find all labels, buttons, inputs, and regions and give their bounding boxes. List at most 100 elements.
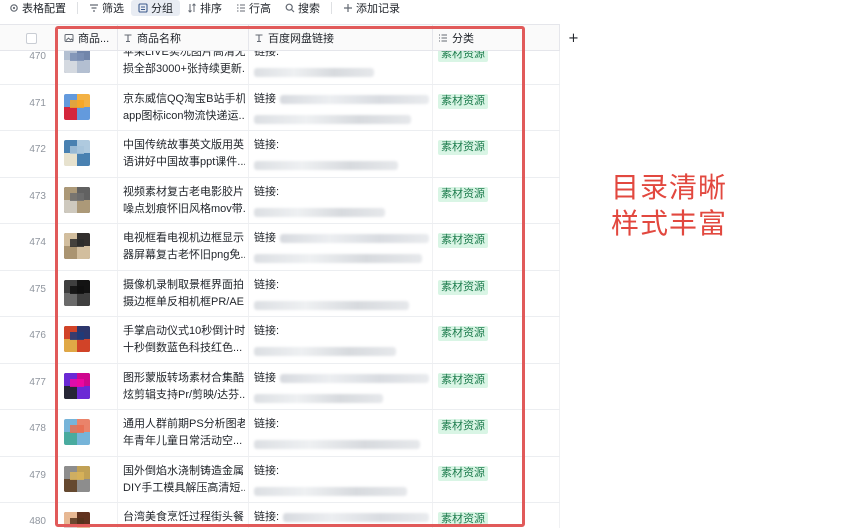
netdisk-link-cell[interactable]: 链接: <box>254 416 429 449</box>
product-name-cell[interactable]: 中国传统故事英文版用英 语讲好中国故事ppt课件... <box>123 137 245 171</box>
product-thumbnail[interactable] <box>64 279 90 306</box>
category-tag[interactable]: 素材资源 <box>438 326 488 341</box>
table-row[interactable]: 470 苹果LIVE实况图片高清无 损全部3000+张持续更新... 链接: 素材资源 <box>0 51 560 85</box>
product-name-cell[interactable]: 国外倒焰水浇制铸造金属 DIY手工模具解压高清短... <box>123 463 245 497</box>
netdisk-link-cell[interactable]: 链接: <box>254 137 429 170</box>
group-icon <box>138 3 148 13</box>
product-thumbnail[interactable] <box>64 419 90 445</box>
column-header-category[interactable]: 分类 <box>438 25 518 51</box>
column-divider <box>559 25 560 51</box>
link-prefix: 链接: <box>254 139 280 151</box>
product-thumbnail[interactable] <box>64 186 90 213</box>
product-name-line: 通用人群前期PS分析图老 <box>123 418 245 430</box>
netdisk-link-cell[interactable]: 链接: <box>254 323 429 356</box>
category-tag[interactable]: 素材资源 <box>438 51 488 62</box>
redacted-link <box>283 513 429 522</box>
netdisk-link-cell[interactable]: 链接 <box>254 91 429 124</box>
link-prefix: 链接: <box>254 185 280 198</box>
product-thumbnail[interactable] <box>64 140 90 166</box>
product-name-line: 噪点划痕怀旧风格mov带... <box>123 202 245 215</box>
search-button[interactable]: 搜索 <box>278 0 327 16</box>
product-name-line: 电视框看电视机边框显示 <box>123 232 244 244</box>
product-name-cell[interactable]: 手掌启动仪式10秒倒计时 十秒倒数蓝色科技红色... <box>123 323 245 357</box>
filter-button[interactable]: 筛选 <box>82 0 131 16</box>
netdisk-link-cell[interactable]: 链接: <box>254 184 429 217</box>
column-header-link[interactable]: 百度网盘链接 <box>254 25 424 51</box>
table-row[interactable]: 477 图形蒙版转场素材合集酷 炫剪辑支持Pr/剪映/达芬... 链接 素材资源 <box>0 364 560 410</box>
netdisk-link-cell[interactable]: 链接: <box>254 51 429 77</box>
group-button[interactable]: 分组 <box>131 0 180 16</box>
product-name-line: app图标icon物流快递运... <box>123 109 245 122</box>
product-name-cell[interactable]: 苹果LIVE实况图片高清无 损全部3000+张持续更新... <box>123 51 245 78</box>
filter-label: 筛选 <box>102 3 124 15</box>
select-all-checkbox[interactable] <box>26 33 37 44</box>
product-name-line: DIY手工模具解压高清短... <box>123 481 245 494</box>
product-thumbnail[interactable] <box>64 51 90 73</box>
table-row[interactable]: 473 视频素材复古老电影胶片 噪点划痕怀旧风格mov带... 链接: 素材资源 <box>0 178 560 224</box>
product-name-line: 年青年儿童日常活动空... <box>123 435 243 447</box>
category-tag[interactable]: 素材资源 <box>438 419 488 434</box>
product-name-cell[interactable]: 摄像机录制取景框界面拍 摄边框单反相机框PR/AE... <box>123 277 245 311</box>
column-divider[interactable] <box>117 25 118 51</box>
table-row[interactable]: 478 通用人群前期PS分析图老 年青年儿童日常活动空... 链接: 素材资源 <box>0 410 560 457</box>
product-name-line: 京东威信QQ淘宝B站手机 <box>123 92 245 105</box>
product-name-cell[interactable]: 京东威信QQ淘宝B站手机 app图标icon物流快递运... <box>123 91 245 125</box>
category-tag[interactable]: 素材资源 <box>438 140 488 155</box>
netdisk-link-cell[interactable]: 链接: <box>254 509 429 528</box>
product-thumbnail[interactable] <box>64 372 90 399</box>
table-row[interactable]: 471 京东威信QQ淘宝B站手机 app图标icon物流快递运... 链接 素材资源 <box>0 85 560 131</box>
table-row[interactable]: 476 手掌启动仪式10秒倒计时 十秒倒数蓝色科技红色... 链接: 素材资源 <box>0 317 560 364</box>
plus-icon <box>344 4 352 12</box>
netdisk-link-cell[interactable]: 链接 <box>254 230 429 263</box>
gear-icon <box>10 4 18 12</box>
redacted-link <box>254 486 407 496</box>
category-tag[interactable]: 素材资源 <box>438 93 488 109</box>
product-name-cell[interactable]: 图形蒙版转场素材合集酷 炫剪辑支持Pr/剪映/达芬... <box>123 370 245 404</box>
table-row[interactable]: 479 国外倒焰水浇制铸造金属 DIY手工模具解压高清短... 链接: 素材资源 <box>0 457 560 503</box>
product-name-line: 视频素材复古老电影胶片 <box>123 185 244 198</box>
table-row[interactable]: 472 中国传统故事英文版用英 语讲好中国故事ppt课件... 链接: 素材资源 <box>0 131 560 178</box>
redacted-link <box>280 234 429 243</box>
add-column-button[interactable]: + <box>568 31 579 46</box>
column-header-name[interactable]: 商品名称 <box>123 25 243 51</box>
link-prefix: 链接: <box>254 418 280 430</box>
product-thumbnail[interactable] <box>64 465 90 492</box>
table-row[interactable]: 480 台湾美食烹饪过程街头餐 链接: 素材资源 <box>0 503 560 528</box>
product-thumbnail[interactable] <box>64 326 90 352</box>
category-tag[interactable]: 素材资源 <box>438 465 488 481</box>
product-thumbnail[interactable] <box>64 93 90 120</box>
product-name-cell[interactable]: 视频素材复古老电影胶片 噪点划痕怀旧风格mov带... <box>123 184 245 218</box>
column-divider[interactable] <box>432 25 433 51</box>
table-row[interactable]: 475 摄像机录制取景框界面拍 摄边框单反相机框PR/AE... 链接: 素材资源 <box>0 271 560 317</box>
add-record-button[interactable]: 添加记录 <box>336 0 407 16</box>
table-row[interactable]: 474 电视框看电视机边框显示 器屏幕复古老怀旧png免... 链接 素材资源 <box>0 224 560 271</box>
row-number: 475 <box>29 283 46 295</box>
category-tag[interactable]: 素材资源 <box>438 372 488 388</box>
image-field-icon <box>64 34 74 42</box>
row-height-button[interactable]: 行高 <box>229 0 278 16</box>
product-thumbnail[interactable] <box>64 233 90 259</box>
netdisk-link-cell[interactable]: 链接 <box>254 370 429 403</box>
category-tag[interactable]: 素材资源 <box>438 186 488 202</box>
product-name-cell[interactable]: 台湾美食烹饪过程街头餐 <box>123 509 245 526</box>
category-tag[interactable]: 素材资源 <box>438 233 488 248</box>
column-divider[interactable] <box>248 25 249 51</box>
redacted-link <box>280 94 429 104</box>
category-tag[interactable]: 素材资源 <box>438 512 488 527</box>
sort-button[interactable]: 排序 <box>180 0 229 16</box>
row-height-label: 行高 <box>249 3 271 15</box>
toolbar-divider <box>77 2 78 14</box>
link-prefix: 链接 <box>254 232 276 244</box>
netdisk-link-cell[interactable]: 链接: <box>254 277 429 310</box>
product-name-cell[interactable]: 通用人群前期PS分析图老 年青年儿童日常活动空... <box>123 416 245 450</box>
product-name-cell[interactable]: 电视框看电视机边框显示 器屏幕复古老怀旧png免... <box>123 230 245 264</box>
product-name-line: 器屏幕复古老怀旧png免... <box>123 249 245 261</box>
product-thumbnail[interactable] <box>64 512 90 528</box>
netdisk-link-cell[interactable]: 链接: <box>254 463 429 496</box>
table-config-button[interactable]: 表格配置 <box>2 0 73 16</box>
category-tag[interactable]: 素材资源 <box>438 279 488 295</box>
text-field-icon <box>255 34 263 43</box>
row-number: 479 <box>29 469 46 481</box>
redacted-link <box>254 347 396 356</box>
column-header-image[interactable]: 商品... <box>64 25 116 51</box>
